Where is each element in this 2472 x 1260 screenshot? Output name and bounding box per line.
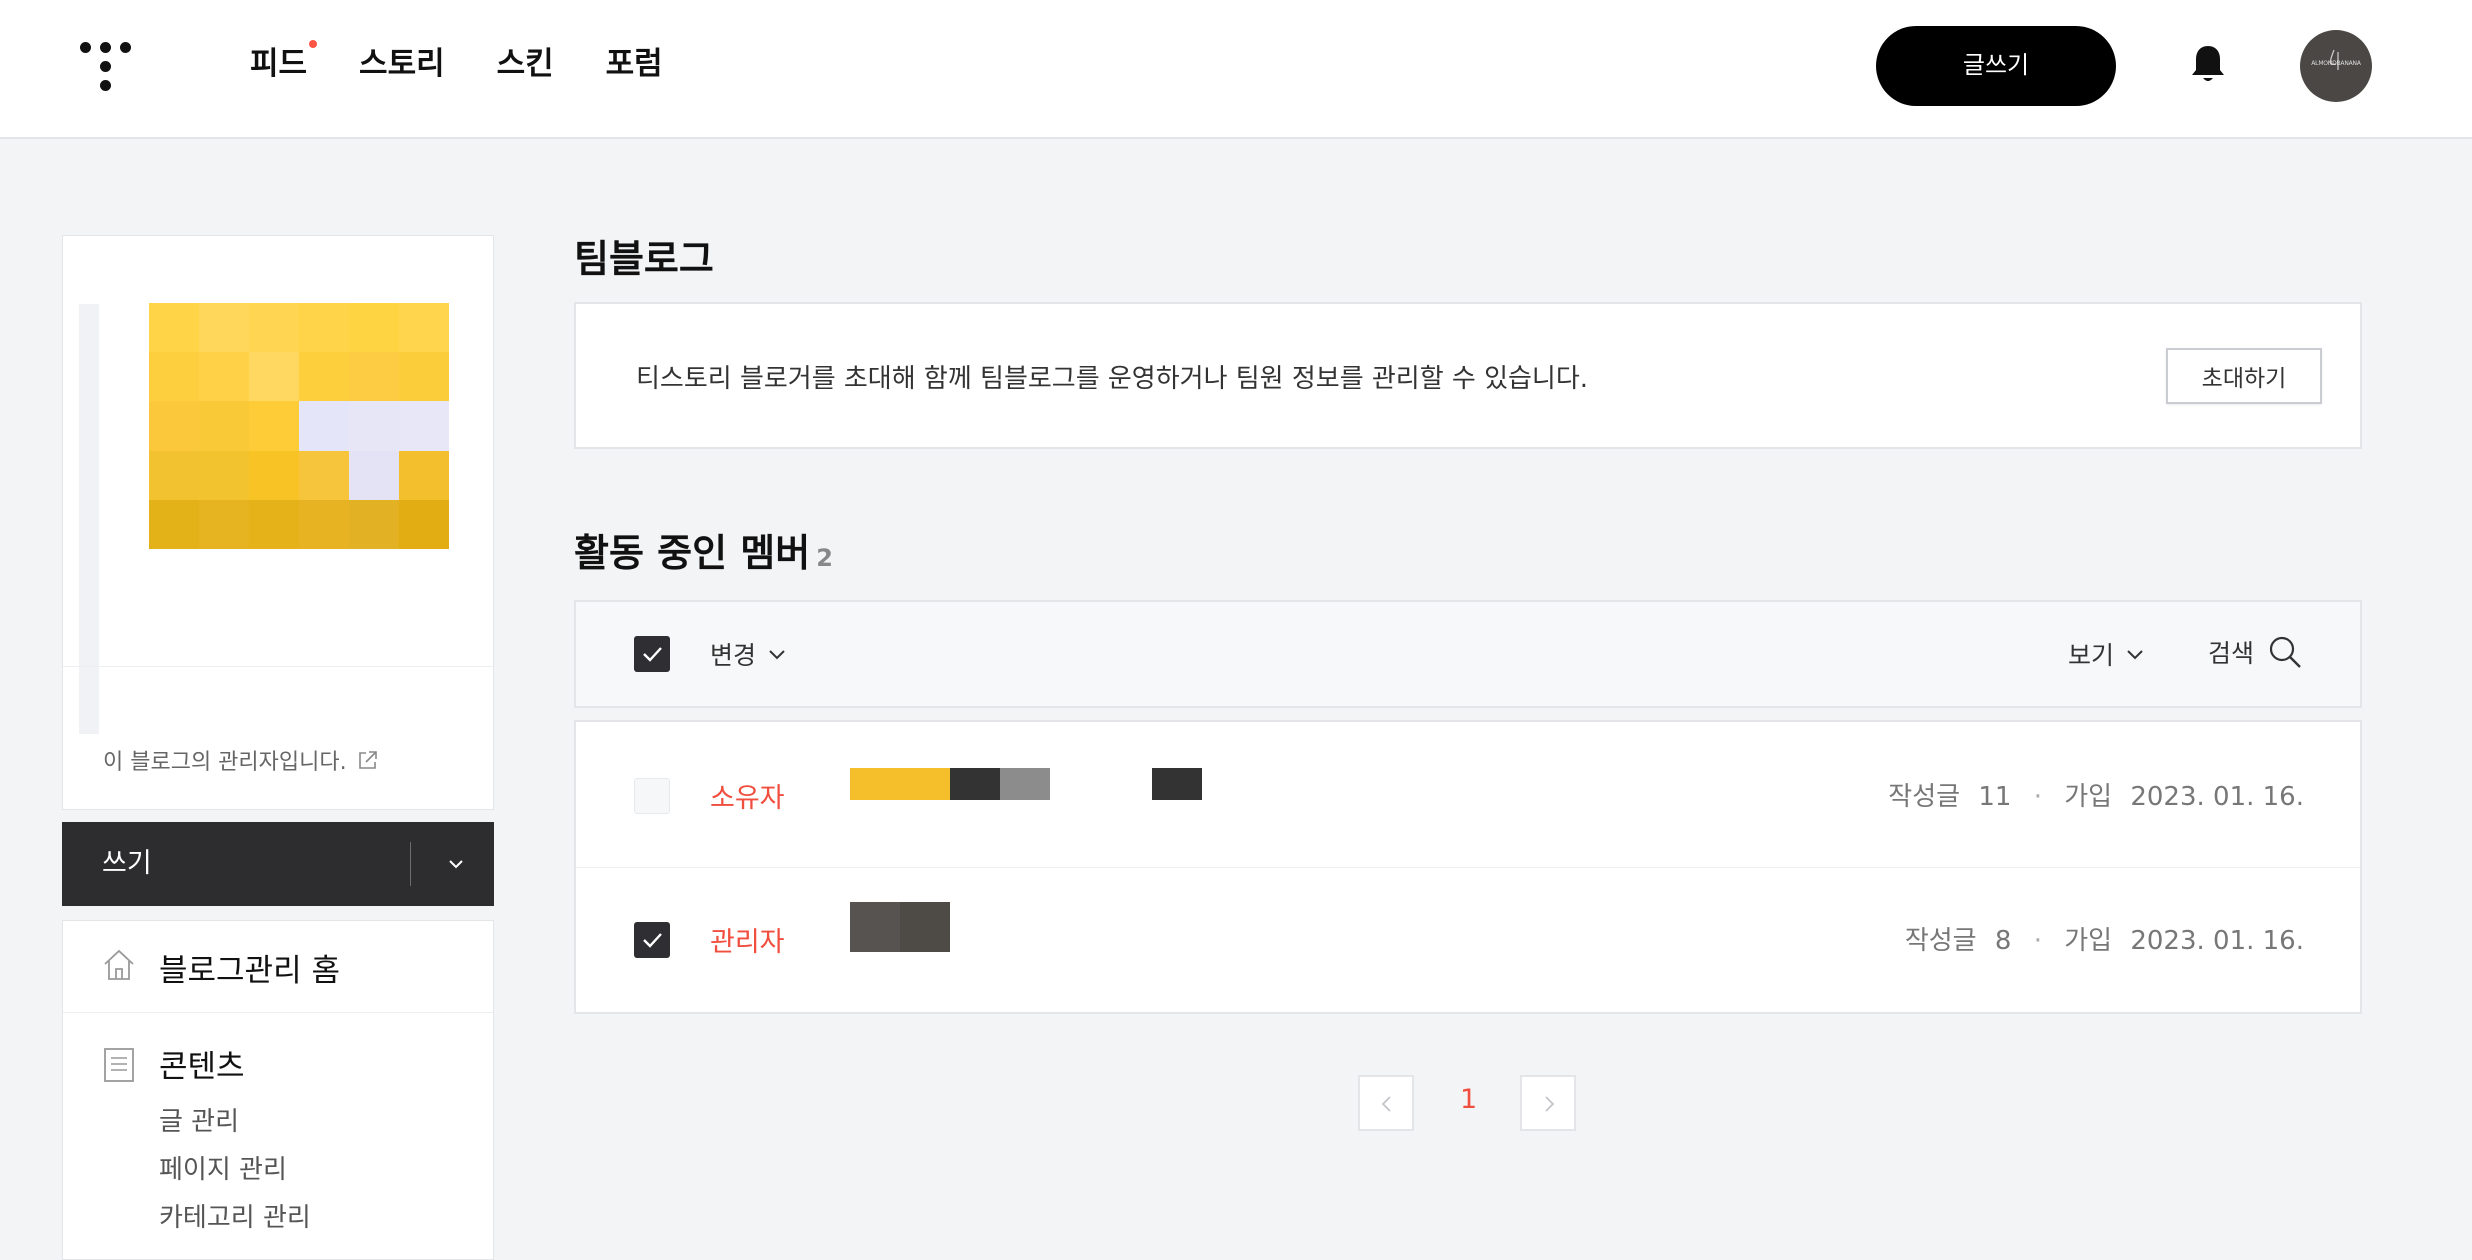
view-label: 보기: [2068, 641, 2115, 670]
member-name-redacted: [850, 902, 900, 952]
member-role: 소유자: [710, 783, 785, 814]
search-label: 검색: [2208, 639, 2255, 668]
member-row[interactable]: 소유자 작성글 11 · 가입 2023. 01. 16.: [576, 722, 2360, 868]
search-icon: [2269, 636, 2301, 668]
chevron-left-icon: [1381, 1096, 1391, 1112]
member-name-redacted: [950, 768, 1000, 800]
blog-thumbnail-image[interactable]: [149, 303, 449, 549]
select-all-checkbox[interactable]: [634, 636, 670, 672]
check-icon: [643, 933, 662, 948]
member-role: 관리자: [710, 927, 785, 958]
sidebar-subitem-categories[interactable]: 카테고리 관리: [159, 1197, 311, 1234]
sidebar-subitem-posts[interactable]: 글 관리: [159, 1101, 239, 1138]
pagination-prev-button[interactable]: [1358, 1075, 1414, 1131]
posts-label: 작성글: [1888, 782, 1961, 812]
member-stats: 작성글 8 · 가입 2023. 01. 16.: [1905, 920, 2304, 957]
document-icon: [104, 1048, 134, 1082]
members-title: 활동 중인 멤버 2: [574, 522, 833, 577]
change-label: 변경: [710, 641, 757, 670]
member-name-redacted: [1000, 768, 1050, 800]
nav-forum[interactable]: 포럼: [606, 40, 663, 88]
sidebar-item-home[interactable]: 블로그관리 홈: [63, 921, 493, 1013]
sidebar-write-button[interactable]: 쓰기: [62, 822, 494, 906]
pagination-current-page[interactable]: 1: [1460, 1084, 1477, 1115]
member-stats: 작성글 11 · 가입 2023. 01. 16.: [1888, 776, 2304, 813]
separator: ·: [2033, 926, 2042, 956]
admin-note-text: 이 블로그의 관리자입니다.: [103, 750, 347, 775]
posts-count: 11: [1978, 782, 2012, 812]
posts-count: 8: [1994, 926, 2012, 956]
joined-date: 2023. 01. 16.: [2130, 926, 2304, 956]
sidebar-item-label: 블로그관리 홈: [159, 953, 340, 989]
chevron-down-icon[interactable]: [442, 850, 470, 878]
member-checkbox[interactable]: [634, 778, 670, 814]
separator: ·: [2033, 782, 2042, 812]
joined-date: 2023. 01. 16.: [2130, 782, 2304, 812]
home-icon: [104, 949, 134, 980]
check-icon: [643, 647, 662, 662]
chevron-down-icon: [769, 650, 785, 660]
member-name-redacted: [900, 902, 950, 952]
member-row[interactable]: 관리자 작성글 8 · 가입 2023. 01. 16.: [576, 868, 2360, 1014]
change-dropdown[interactable]: 변경: [710, 636, 788, 672]
member-checkbox[interactable]: [634, 922, 670, 958]
member-name-redacted: [1152, 768, 1202, 800]
nav-story[interactable]: 스토리: [359, 40, 445, 88]
page-title: 팀블로그: [574, 237, 714, 281]
joined-label: 가입: [2064, 926, 2113, 956]
avatar[interactable]: ALMONDBANANA: [2300, 30, 2372, 102]
pagination-next-button[interactable]: [1520, 1075, 1576, 1131]
search-button[interactable]: 검색: [2208, 634, 2302, 670]
chevron-right-icon: [1545, 1096, 1555, 1112]
sidebar-item-label: 콘텐츠: [159, 1049, 245, 1085]
nav-feed[interactable]: 피드: [250, 40, 318, 88]
main-nav: 피드 스토리 스킨 포럼: [250, 40, 715, 88]
sidebar-menu: 블로그관리 홈 콘텐츠 글 관리 페이지 관리 카테고리 관리: [62, 920, 494, 1260]
invite-button[interactable]: 초대하기: [2166, 348, 2322, 404]
avatar-label: ALMONDBANANA: [2311, 60, 2361, 67]
write-label: 쓰기: [102, 848, 152, 879]
sidebar-subitem-pages[interactable]: 페이지 관리: [159, 1149, 287, 1186]
divider: [63, 666, 493, 667]
external-link-icon: [358, 751, 377, 769]
blog-profile-card: 이 블로그의 관리자입니다.: [62, 235, 494, 810]
invite-panel: 티스토리 블로거를 초대해 함께 팀블로그를 운영하거나 팀원 정보를 관리할 …: [574, 302, 2362, 449]
members-title-text: 활동 중인 멤버: [574, 531, 811, 575]
tistory-logo-icon[interactable]: [80, 42, 132, 92]
bell-icon[interactable]: [2190, 44, 2226, 86]
member-list: 소유자 작성글 11 · 가입 2023. 01. 16. 관리자 작성글 8 …: [574, 720, 2362, 1014]
posts-label: 작성글: [1904, 926, 1977, 956]
chevron-down-icon: [2127, 650, 2143, 660]
member-name-redacted: [850, 768, 950, 800]
divider: [410, 842, 411, 886]
joined-label: 가입: [2064, 782, 2113, 812]
top-bar: 피드 스토리 스킨 포럼 글쓰기 ALMONDBANANA: [0, 0, 2472, 139]
profile-strip: [79, 304, 99, 734]
admin-note[interactable]: 이 블로그의 관리자입니다.: [103, 744, 379, 776]
members-toolbar: 변경 보기 검색: [574, 600, 2362, 708]
new-dot-badge: [309, 40, 318, 48]
nav-skin[interactable]: 스킨: [497, 40, 554, 88]
write-post-button[interactable]: 글쓰기: [1876, 26, 2116, 106]
view-dropdown[interactable]: 보기: [2068, 636, 2146, 672]
invite-description: 티스토리 블로거를 초대해 함께 팀블로그를 운영하거나 팀원 정보를 관리할 …: [636, 364, 1589, 394]
members-count: 2: [816, 544, 833, 572]
